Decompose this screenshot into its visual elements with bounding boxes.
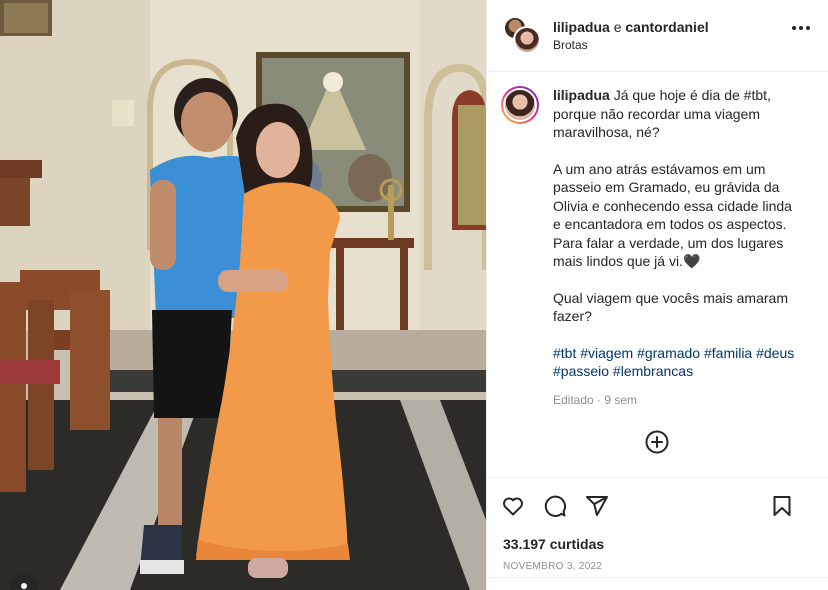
caption-paragraph: A um ano atrás estávamos em um passeio e…: [553, 160, 792, 270]
collaborator-username[interactable]: cantordaniel: [625, 19, 708, 35]
more-options-button[interactable]: [792, 26, 810, 30]
like-button[interactable]: [501, 494, 525, 518]
caption-question: Qual viagem que vocês mais amaram fazer?: [553, 289, 788, 325]
post-header: lilipadua e cantordaniel Brotas: [487, 0, 828, 72]
user-tag-icon: [21, 583, 27, 589]
author-username[interactable]: lilipadua: [553, 19, 610, 35]
load-more-comments-button[interactable]: [645, 430, 669, 454]
hashtags[interactable]: #tbt #viagem #gramado #familia #deus #pa…: [553, 344, 803, 381]
caption-avatar[interactable]: [501, 86, 539, 124]
post-location[interactable]: Brotas: [553, 38, 709, 52]
action-bar: [487, 477, 828, 533]
save-button[interactable]: [770, 494, 794, 518]
more-horizontal-icon: [792, 26, 796, 30]
post-authors: lilipadua e cantordaniel: [553, 19, 709, 35]
like-count[interactable]: 33.197 curtidas: [487, 533, 828, 555]
heart-icon: [503, 497, 523, 515]
post-details-panel: lilipadua e cantordaniel Brotas lilipadu…: [486, 0, 828, 590]
caption: lilipadua Já que hoje é dia de #tbt, por…: [501, 86, 812, 409]
post-photo[interactable]: [0, 0, 486, 590]
send-icon: [586, 495, 608, 516]
avatar: [513, 25, 541, 54]
bookmark-icon: [773, 496, 791, 516]
instagram-post: lilipadua e cantordaniel Brotas lilipadu…: [0, 0, 828, 590]
plus-circle-icon: [645, 430, 669, 454]
edited-timestamp: Editado · 9 sem: [553, 392, 638, 407]
author-connector: e: [613, 19, 622, 35]
caption-username[interactable]: lilipadua: [553, 87, 610, 103]
post-date: NOVEMBRO 3, 2022: [503, 561, 603, 572]
collab-avatars[interactable]: [503, 15, 543, 56]
comment-button[interactable]: [543, 494, 567, 518]
comment-icon: [544, 495, 566, 517]
photo-scene: [0, 0, 486, 590]
comments-area: lilipadua Já que hoje é dia de #tbt, por…: [487, 72, 828, 477]
caption-text: lilipadua Já que hoje é dia de #tbt, por…: [553, 86, 803, 409]
share-button[interactable]: [585, 494, 609, 518]
divider: [487, 577, 828, 578]
